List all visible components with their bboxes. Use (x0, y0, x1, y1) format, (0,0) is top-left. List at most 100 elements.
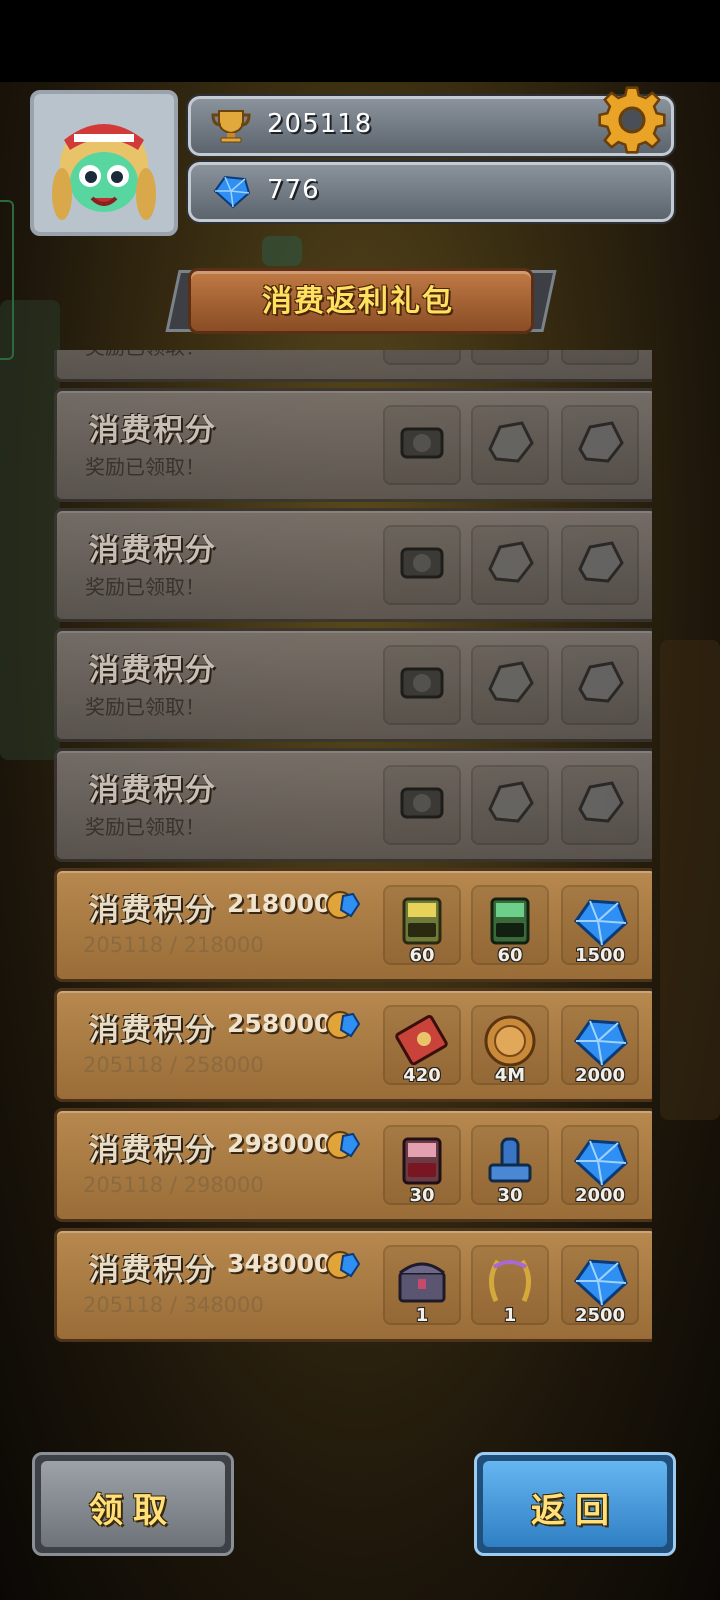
reward-list[interactable]: 消费积分 奖励已领取！ 消费积分 奖励已领取！ 消费积分 奖励已领取！ 消费积分 奖励已领取！… (54, 350, 652, 1390)
reward-slot[interactable] (471, 405, 549, 485)
treasure-chest-icon (398, 1262, 446, 1303)
gem-icon (574, 1259, 628, 1308)
background-shelf (0, 300, 60, 760)
point-coin-icon (326, 1251, 361, 1279)
reward-count: 60 (497, 945, 523, 966)
reward-slot[interactable]: 60 (383, 885, 461, 966)
row-label: 消费积分 (89, 773, 217, 808)
claimed-status: 奖励已领取！ (85, 350, 205, 360)
reward-count: 30 (497, 1185, 523, 1206)
gem-icon (574, 1019, 628, 1068)
game-screen: 205118 776 消费返利礼包 消费积分 奖励已领取！ 消费积分 奖励已领取！ 消费… (0, 0, 720, 1600)
reward-slot[interactable]: 30 (383, 1125, 461, 1206)
reward-slot[interactable]: 2500 (561, 1245, 639, 1326)
reward-slot[interactable] (383, 765, 461, 845)
reward-slot[interactable] (561, 405, 639, 485)
reward-slot[interactable] (561, 525, 639, 605)
gray-rock-icon (570, 350, 630, 351)
gem-icon (574, 899, 628, 948)
reward-slot[interactable]: 1500 (561, 885, 639, 966)
claimed-status: 奖励已领取！ (85, 455, 205, 479)
trophy-icon (211, 110, 251, 143)
row-label: 消费积分 (89, 893, 217, 928)
row-label: 消费积分 (89, 533, 217, 568)
reward-count: 1500 (574, 945, 626, 966)
trophy-value: 205118 (267, 109, 373, 139)
progress-text: 205118 / 258000 (83, 1053, 264, 1077)
claimed-status: 奖励已领取！ (85, 695, 205, 719)
status-bar (0, 0, 720, 82)
row-label: 消费积分 (89, 653, 217, 688)
gray-rock-icon (578, 541, 624, 583)
reward-slot[interactable] (561, 765, 639, 845)
title-banner: 消费返利礼包 (165, 262, 557, 334)
row-label: 消费积分 (89, 1253, 217, 1288)
reward-slot[interactable]: 2000 (561, 1125, 639, 1206)
reward-slot[interactable]: 60 (471, 885, 549, 966)
timed-chest-3h-yellow-icon (402, 897, 442, 945)
gray-rock-icon (578, 661, 624, 703)
gray-camera-icon (400, 787, 444, 819)
reward-slot[interactable] (471, 350, 549, 365)
reward-slot[interactable]: 2000 (561, 1005, 639, 1086)
back-button[interactable]: 返回 (474, 1452, 676, 1556)
reward-slot[interactable]: 4M (471, 1005, 549, 1086)
scroll-card-icon (395, 1015, 448, 1066)
requirement-value: 348000 (227, 1249, 332, 1278)
reward-count: 30 (409, 1185, 435, 1206)
reward-slot[interactable]: 1 (471, 1245, 549, 1326)
player-avatar[interactable] (30, 90, 178, 236)
gem-value: 776 (267, 175, 320, 205)
laurel-frame-icon (489, 1259, 531, 1303)
reward-slot[interactable]: 420 (383, 1005, 461, 1086)
reward-slot[interactable] (383, 525, 461, 605)
gray-rock-icon (488, 781, 534, 823)
gray-camera-icon (400, 547, 444, 579)
reward-row-claimed[interactable]: 消费积分奖励已领取！ (54, 508, 652, 622)
timed-chest-3h-green-icon (490, 897, 530, 945)
reward-row-locked[interactable]: 消费积分 298000 205118 / 298000 30 30 2000 (54, 1108, 652, 1222)
reward-slot[interactable] (471, 765, 549, 845)
reward-row-locked[interactable]: 消费积分 258000 205118 / 258000 420 4M 2000 (54, 988, 652, 1102)
row-label: 消费积分 (89, 1133, 217, 1168)
reward-count: 2000 (574, 1185, 626, 1206)
reward-slot[interactable] (561, 645, 639, 725)
reward-slot[interactable] (383, 645, 461, 725)
claim-button[interactable]: 领取 (32, 1452, 234, 1556)
reward-row-claimed[interactable]: 消费积分奖励已领取！ (54, 350, 652, 382)
side-tab (0, 200, 14, 360)
reward-slot[interactable] (561, 350, 639, 365)
reward-slot[interactable]: 1 (383, 1245, 461, 1326)
gray-rock-icon (578, 781, 624, 823)
claimed-status: 奖励已领取！ (85, 815, 205, 839)
reward-row-locked[interactable]: 消费积分 218000 205118 / 218000 60 60 1500 (54, 868, 652, 982)
reward-slot[interactable]: 30 (471, 1125, 549, 1206)
page-title: 消费返利礼包 (262, 284, 454, 319)
reward-count: 60 (409, 945, 435, 966)
gem-icon (213, 175, 251, 209)
reward-count: 420 (403, 1065, 441, 1086)
reward-row-claimed[interactable]: 消费积分奖励已领取！ (54, 388, 652, 502)
gold-coin-icon (484, 1015, 536, 1067)
timed-chest-8h-icon (402, 1137, 442, 1185)
point-coin-icon (326, 1131, 361, 1159)
point-coin-icon (326, 891, 361, 919)
gray-rock-icon (488, 661, 534, 703)
claim-button-label: 领取 (89, 1491, 177, 1531)
reward-slot[interactable] (471, 525, 549, 605)
gray-camera-icon (392, 350, 452, 351)
settings-gear-icon[interactable] (596, 84, 668, 156)
gray-rock-icon (488, 541, 534, 583)
reward-row-locked[interactable]: 消费积分 348000 205118 / 348000 1 1 2500 (54, 1228, 652, 1342)
row-label: 消费积分 (89, 413, 217, 448)
progress-text: 205118 / 298000 (83, 1173, 264, 1197)
reward-row-claimed[interactable]: 消费积分奖励已领取！ (54, 748, 652, 862)
reward-row-claimed[interactable]: 消费积分奖励已领取！ (54, 628, 652, 742)
reward-slot[interactable] (383, 405, 461, 485)
gray-camera-icon (400, 667, 444, 699)
reward-slot[interactable] (383, 350, 461, 365)
gray-rock-icon (578, 421, 624, 463)
back-button-label: 返回 (531, 1491, 619, 1531)
reward-slot[interactable] (471, 645, 549, 725)
requirement-value: 298000 (227, 1129, 332, 1158)
